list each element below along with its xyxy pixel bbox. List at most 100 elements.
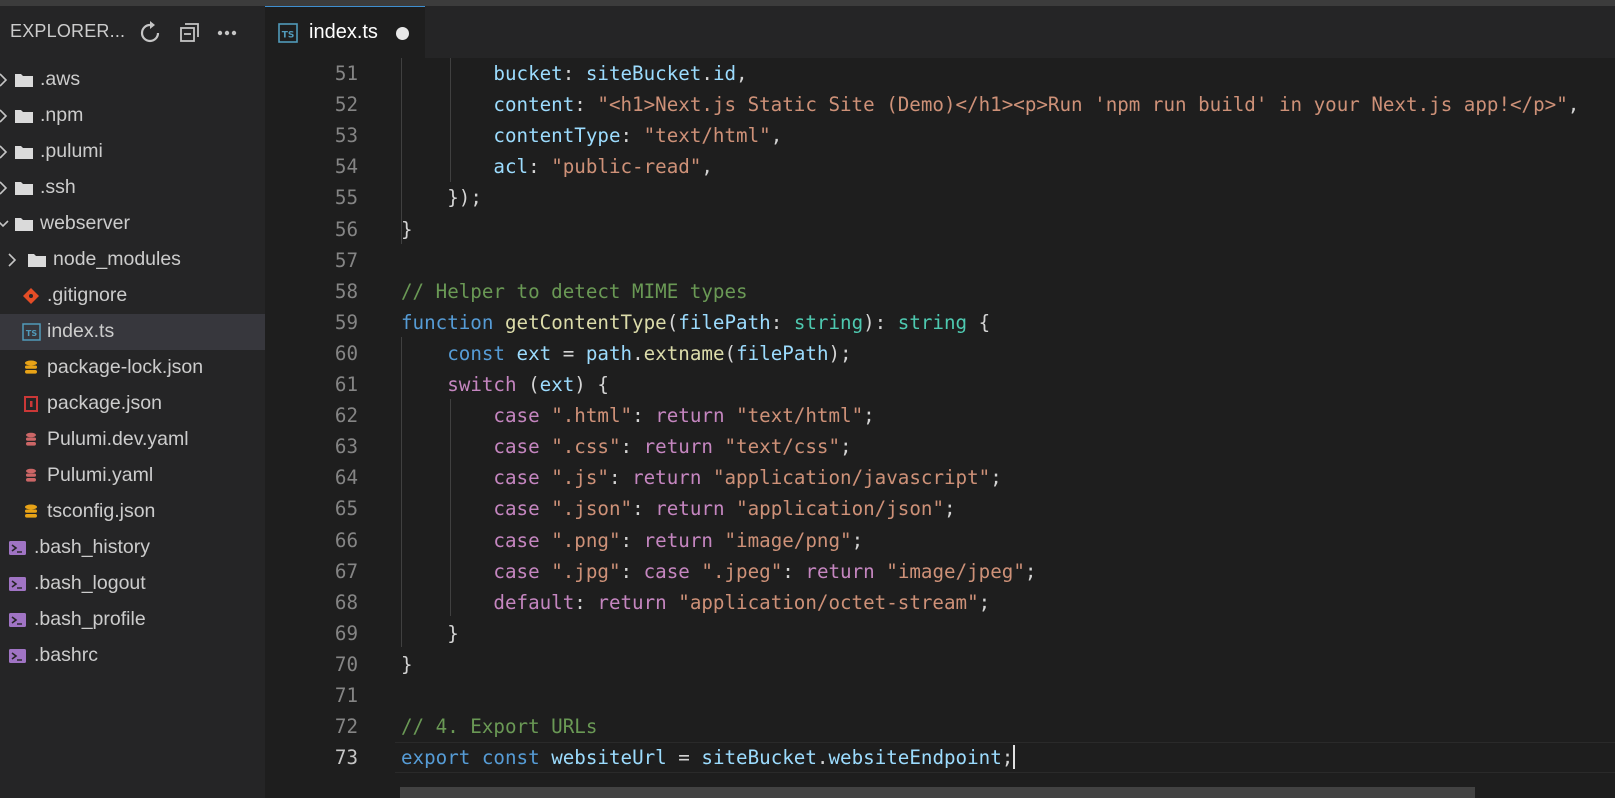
line-number: 73 bbox=[334, 746, 358, 770]
code-token: . bbox=[816, 746, 829, 770]
code-token: = bbox=[666, 746, 702, 770]
code-line[interactable]: 52 content: "<h1>Next.js Static Site (De… bbox=[265, 89, 1615, 120]
folder-icon bbox=[14, 107, 34, 125]
code-text: case ".png": return "image/png"; bbox=[401, 525, 863, 556]
code-token: . bbox=[701, 62, 713, 85]
code-token: "image/jpeg" bbox=[886, 559, 1025, 583]
code-line[interactable]: 66 case ".png": return "image/png"; bbox=[265, 525, 1615, 556]
code-token: "text/html" bbox=[736, 404, 864, 428]
tree-item[interactable]: .gitignore bbox=[0, 278, 265, 314]
code-text: contentType: "text/html", bbox=[401, 120, 782, 151]
line-number: 66 bbox=[334, 528, 358, 552]
tree-item[interactable]: .bashrc bbox=[0, 638, 265, 674]
horizontal-scrollbar[interactable] bbox=[400, 787, 1475, 798]
svg-text:TS: TS bbox=[282, 31, 295, 41]
code-line[interactable]: 64 case ".js": return "application/javas… bbox=[265, 462, 1615, 493]
code-line[interactable]: 59 function getContentType(filePath: stri… bbox=[265, 307, 1615, 338]
code-text: bucket: siteBucket.id, bbox=[401, 58, 747, 89]
tree-item-label: package.json bbox=[47, 392, 162, 414]
tree-item-label: .bashrc bbox=[34, 644, 98, 666]
code-line[interactable]: 56} bbox=[265, 214, 1615, 245]
chevron-right-icon[interactable] bbox=[0, 143, 10, 161]
unsaved-changes-dot[interactable] bbox=[396, 27, 409, 40]
code-token: : bbox=[562, 62, 586, 85]
tree-item-label: Pulumi.dev.yaml bbox=[47, 428, 189, 450]
code-line[interactable]: 58 // Helper to detect MIME types bbox=[265, 276, 1615, 307]
code-line[interactable]: 72 // 4. Export URLs bbox=[265, 711, 1615, 742]
tab-index-ts[interactable]: TS index.ts bbox=[265, 6, 425, 58]
tree-item-label: .aws bbox=[40, 68, 81, 90]
chevron-down-icon[interactable] bbox=[0, 215, 10, 233]
folder-icon bbox=[14, 179, 34, 197]
code-text: }); bbox=[401, 182, 482, 213]
code-token: case bbox=[493, 559, 540, 583]
code-token: websiteEndpoint bbox=[828, 746, 1002, 770]
code-token: }); bbox=[447, 186, 482, 210]
code-line[interactable]: 55 }); bbox=[265, 182, 1615, 213]
tree-item[interactable]: .npm bbox=[0, 98, 265, 134]
line-number: 63 bbox=[334, 435, 358, 459]
code-token: string bbox=[897, 310, 968, 334]
folder-icon bbox=[14, 143, 34, 161]
tree-item[interactable]: Pulumi.yaml bbox=[0, 458, 265, 494]
tree-item[interactable]: .bash_history bbox=[0, 530, 265, 566]
code-line[interactable]: 63 case ".css": return "text/css"; bbox=[265, 431, 1615, 462]
code-line[interactable]: 54 acl: "public-read", bbox=[265, 151, 1615, 182]
tree-item[interactable]: node_modules bbox=[0, 242, 265, 278]
code-editor[interactable]: 51 bucket: siteBucket.id, 52 content: "<h… bbox=[265, 58, 1615, 798]
yaml-icon bbox=[22, 467, 42, 485]
code-line[interactable]: 73 export const websiteUrl = siteBucket.w… bbox=[265, 742, 1615, 774]
code-line[interactable]: 69 } bbox=[265, 618, 1615, 649]
code-token: : bbox=[620, 435, 644, 459]
code-token: id bbox=[712, 62, 737, 85]
code-line[interactable]: 62 case ".html": return "text/html"; bbox=[265, 400, 1615, 431]
chevron-right-icon[interactable] bbox=[0, 71, 10, 89]
line-number: 51 bbox=[334, 62, 358, 85]
code-line[interactable]: 53 contentType: "text/html", bbox=[265, 120, 1615, 151]
tree-item[interactable]: .aws bbox=[0, 62, 265, 98]
code-line[interactable]: 57 bbox=[265, 245, 1615, 276]
folder-icon bbox=[14, 71, 34, 89]
collapse-all-icon[interactable] bbox=[177, 20, 203, 46]
code-line[interactable]: 71 bbox=[265, 680, 1615, 711]
line-number: 58 bbox=[334, 279, 358, 303]
code-line[interactable]: 68 default: return "application/octet-st… bbox=[265, 587, 1615, 618]
code-line[interactable]: 67 case ".jpg": case ".jpeg": return "im… bbox=[265, 556, 1615, 587]
refresh-icon[interactable] bbox=[137, 20, 163, 46]
chevron-right-icon[interactable] bbox=[0, 179, 10, 197]
line-number: 57 bbox=[334, 248, 358, 272]
code-token: // 4. Export URLs bbox=[401, 715, 598, 739]
tree-item[interactable]: .bash_logout bbox=[0, 566, 265, 602]
code-line[interactable]: 70} bbox=[265, 649, 1615, 680]
tree-item[interactable]: TS index.ts bbox=[0, 314, 265, 350]
code-line[interactable]: 51 bucket: siteBucket.id, bbox=[265, 58, 1615, 89]
tree-item[interactable]: tsconfig.json bbox=[0, 494, 265, 530]
tree-item[interactable]: .bash_profile bbox=[0, 602, 265, 638]
tree-item[interactable]: webserver bbox=[0, 206, 265, 242]
code-line[interactable]: 65 case ".json": return "application/jso… bbox=[265, 493, 1615, 524]
code-line[interactable]: 60 const ext = path.extname(filePath); bbox=[265, 338, 1615, 369]
code-text: default: return "application/octet-strea… bbox=[401, 587, 990, 618]
more-icon[interactable] bbox=[215, 20, 241, 46]
code-token: ext bbox=[539, 373, 575, 396]
code-token: ".html" bbox=[551, 404, 633, 428]
code-token: ".jpeg" bbox=[701, 559, 783, 583]
code-token: acl bbox=[493, 155, 529, 179]
code-token: : bbox=[632, 404, 656, 428]
tree-item[interactable]: .pulumi bbox=[0, 134, 265, 170]
tree-item[interactable]: .ssh bbox=[0, 170, 265, 206]
line-number: 64 bbox=[334, 466, 358, 490]
chevron-right-icon[interactable] bbox=[5, 251, 19, 269]
code-line[interactable]: 61 switch (ext) { bbox=[265, 369, 1615, 400]
git-icon bbox=[22, 287, 42, 305]
tree-item[interactable]: Pulumi.dev.yaml bbox=[0, 422, 265, 458]
code-token: : bbox=[620, 124, 644, 148]
tree-item[interactable]: package.json bbox=[0, 386, 265, 422]
chevron-right-icon[interactable] bbox=[0, 107, 10, 125]
tree-item[interactable]: package-lock.json bbox=[0, 350, 265, 386]
